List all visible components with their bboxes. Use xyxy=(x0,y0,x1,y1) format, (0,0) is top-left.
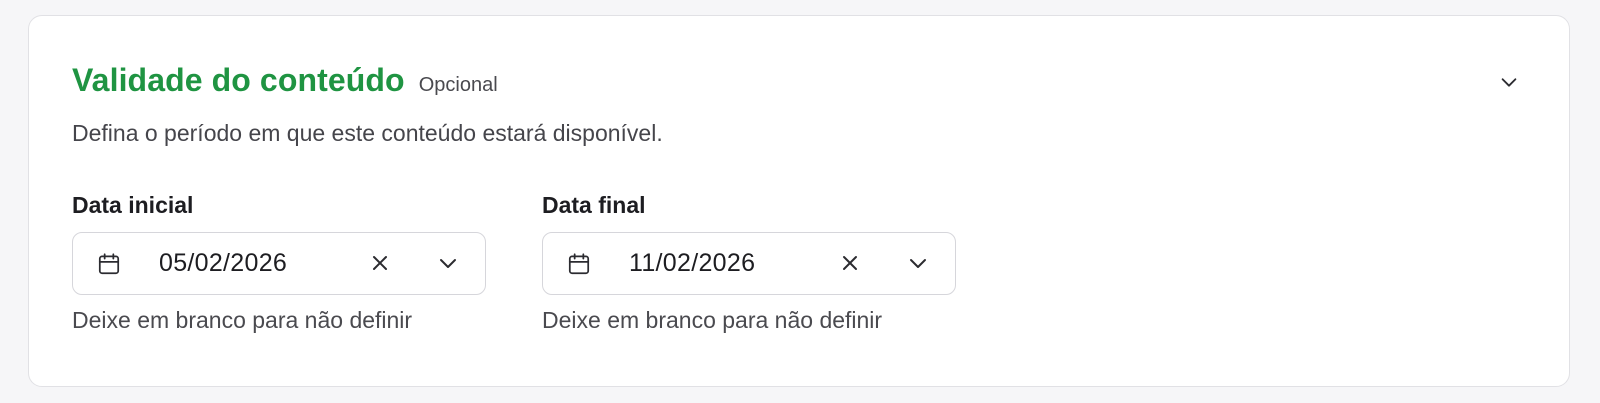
start-date-field: Data inicial 05/02/2026 Deixe em branco … xyxy=(72,190,486,334)
calendar-icon xyxy=(98,253,120,275)
optional-badge: Opcional xyxy=(418,74,498,96)
chevron-down-icon xyxy=(1501,78,1517,87)
close-icon[interactable] xyxy=(368,251,392,275)
content-validity-card: Validade do conteúdo Opcional Defina o p… xyxy=(28,15,1570,387)
section-description: Defina o período em que este conteúdo es… xyxy=(72,120,663,146)
end-date-helper: Deixe em branco para não definir xyxy=(542,307,883,333)
end-date-value[interactable]: 11/02/2026 xyxy=(629,233,755,293)
collapse-button[interactable] xyxy=(1497,70,1521,94)
section-title: Validade do conteúdo xyxy=(72,62,405,98)
end-date-input[interactable]: 11/02/2026 xyxy=(542,232,956,295)
section-header: Validade do conteúdo Opcional xyxy=(72,62,498,99)
start-date-value[interactable]: 05/02/2026 xyxy=(159,233,287,293)
start-date-label: Data inicial xyxy=(72,192,194,218)
close-icon[interactable] xyxy=(838,251,862,275)
end-date-field: Data final 11/02/2026 Deixe em branco pa… xyxy=(542,190,956,334)
start-date-input[interactable]: 05/02/2026 xyxy=(72,232,486,295)
start-date-helper: Deixe em branco para não definir xyxy=(72,307,413,333)
calendar-icon xyxy=(568,253,590,275)
chevron-down-icon[interactable] xyxy=(436,251,460,275)
end-date-label: Data final xyxy=(542,192,646,218)
chevron-down-icon[interactable] xyxy=(906,251,930,275)
